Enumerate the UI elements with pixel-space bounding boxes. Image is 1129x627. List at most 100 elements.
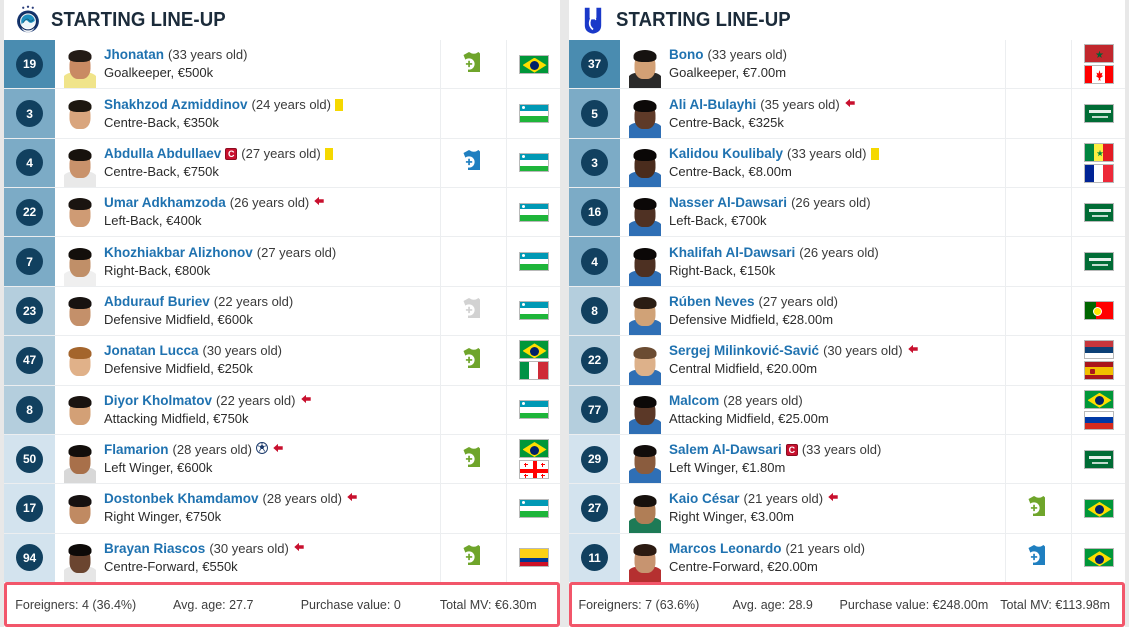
- nationality-flags-cell: [1071, 385, 1125, 434]
- player-text: Jhonatan (33 years old) Goalkeeper, €500k: [104, 47, 248, 81]
- player-position-value: Defensive Midfield, €600k: [104, 311, 253, 327]
- player-name-link[interactable]: Jonatan Lucca: [104, 343, 199, 359]
- table-row[interactable]: 19 Jhonatan (33 years old) Goalkeeper, €500…: [4, 40, 560, 90]
- player-name-link[interactable]: Diyor Kholmatov: [104, 393, 212, 409]
- player-name-link[interactable]: Khalifah Al-Dawsari: [669, 245, 795, 261]
- player-position-value: Right-Back, €150k: [669, 262, 776, 278]
- player-photo: [629, 538, 661, 582]
- player-text: Sergej Milinković-Savić (30 years old) Cen…: [669, 343, 919, 377]
- substitution-cell: [440, 336, 506, 385]
- shirt-number-badge: 47: [16, 346, 43, 374]
- table-row[interactable]: 94 Brayan Riascos (30 years old) Centre-For…: [4, 533, 560, 582]
- player-position-value: Right Winger, €750k: [104, 509, 222, 525]
- table-row[interactable]: 4 Khalifah Al-Dawsari (26 years old) Right-…: [569, 237, 1125, 287]
- player-position-value: Centre-Back, €750k: [104, 163, 219, 179]
- player-name-link[interactable]: Brayan Riascos: [104, 541, 205, 557]
- substitution-shirt-icon[interactable]: [461, 347, 487, 374]
- shirt-number-badge: 29: [581, 445, 608, 473]
- player-name-link[interactable]: Abdulla Abdullaev: [104, 146, 221, 162]
- player-number-cell: 7: [4, 237, 55, 286]
- player-name-line: Kalidou Koulibaly (33 years old): [669, 146, 879, 162]
- table-row[interactable]: 22 Sergej Milinković-Savić (30 years old) C…: [569, 336, 1125, 386]
- nationality-flags-cell: [506, 484, 560, 533]
- player-name-link[interactable]: Jhonatan: [104, 47, 164, 63]
- table-row[interactable]: 5 Ali Al-Bulayhi (35 years old) Centre-Back…: [569, 89, 1125, 139]
- player-text: Flamarion (28 years old) Left Winger, €600…: [104, 442, 284, 476]
- player-rows-left: 19 Jhonatan (33 years old) Goalkeeper, €500…: [4, 40, 560, 582]
- player-photo: [629, 44, 661, 89]
- player-position-value: Left-Back, €700k: [669, 213, 767, 229]
- uzbekistan-flag: [518, 202, 549, 222]
- shirt-number-badge: 22: [16, 198, 43, 226]
- player-age: (28 years old): [723, 392, 803, 408]
- player-position-value: Defensive Midfield, €250k: [104, 361, 253, 377]
- substitution-cell: [1005, 138, 1071, 188]
- substitution-shirt-icon[interactable]: [1026, 544, 1052, 571]
- player-photo: [629, 390, 661, 434]
- player-name-link[interactable]: Flamarion: [104, 442, 169, 458]
- player-number-cell: 17: [4, 484, 55, 533]
- table-row[interactable]: 11 Marcos Leonardo (21 years old) Centre-Fo…: [569, 533, 1125, 582]
- summary-foreigners: Foreigners: 7 (63.6%): [578, 597, 700, 612]
- substitution-shirt-icon[interactable]: [461, 544, 487, 571]
- substitution-shirt-icon[interactable]: [461, 446, 487, 473]
- player-name-link[interactable]: Kalidou Koulibaly: [669, 146, 783, 162]
- shirt-number-badge: 27: [581, 494, 608, 522]
- player-position-value: Centre-Back, €325k: [669, 114, 784, 130]
- player-name-link[interactable]: Bono: [669, 47, 704, 63]
- table-row[interactable]: 3 Shakhzod Azmiddinov (24 years old) Centre…: [4, 89, 560, 139]
- substitution-arrow-icon: [907, 343, 919, 359]
- substitution-shirt-icon[interactable]: [461, 149, 487, 176]
- player-name-link[interactable]: Nasser Al-Dawsari: [669, 195, 787, 211]
- table-row[interactable]: 27 Kaio César (21 years old) Right Winger, …: [569, 484, 1125, 534]
- table-row[interactable]: 4 Abdulla Abdullaev C (27 years old) Centre-…: [4, 138, 560, 189]
- player-age: (27 years old): [256, 244, 337, 260]
- table-row[interactable]: 37 Bono (33 years old) Goalkeeper, €7.00m: [569, 40, 1125, 90]
- table-row[interactable]: 22 Umar Adkhamzoda (26 years old) Left-Back…: [4, 188, 560, 238]
- table-row[interactable]: 17 Dostonbek Khamdamov (28 years old) Right…: [4, 484, 560, 534]
- player-name-link[interactable]: Marcos Leonardo: [669, 541, 782, 557]
- table-row[interactable]: 47 Jonatan Lucca (30 years old) Defensive M…: [4, 336, 560, 386]
- substitution-shirt-icon[interactable]: [1026, 495, 1052, 522]
- nationality-flags-cell: [1071, 286, 1125, 336]
- table-row[interactable]: 8 Diyor Kholmatov (22 years old) Attacking …: [4, 385, 560, 435]
- table-row[interactable]: 3 Kalidou Koulibaly (33 years old) Centre-B…: [569, 138, 1125, 189]
- player-photo: [64, 390, 96, 434]
- substitution-shirt-icon[interactable]: [461, 51, 487, 78]
- table-row[interactable]: 77 Malcom (28 years old) Attacking Midfield…: [569, 385, 1125, 435]
- player-name-link[interactable]: Sergej Milinković-Savić: [669, 343, 819, 359]
- table-row[interactable]: 23 Abdurauf Buriev (22 years old) Defensive…: [4, 286, 560, 337]
- player-name-link[interactable]: Ali Al-Bulayhi: [669, 97, 756, 113]
- player-name-link[interactable]: Khozhiakbar Alizhonov: [104, 245, 253, 261]
- table-row[interactable]: 29 Salem Al-Dawsari C (33 years old) Left Wi…: [569, 434, 1125, 485]
- player-name-link[interactable]: Umar Adkhamzoda: [104, 195, 226, 211]
- player-text: Abdulla Abdullaev C (27 years old) Centre-B…: [104, 146, 333, 180]
- player-info-cell: Diyor Kholmatov (22 years old) Attacking M…: [55, 386, 440, 434]
- player-name-link[interactable]: Salem Al-Dawsari: [669, 442, 782, 458]
- player-name-link[interactable]: Kaio César: [669, 491, 740, 507]
- table-row[interactable]: 16 Nasser Al-Dawsari (26 years old) Left-Ba…: [569, 188, 1125, 238]
- player-name-link[interactable]: Malcom: [669, 393, 719, 409]
- substitution-cell: [1005, 434, 1071, 484]
- player-age: (21 years old): [743, 491, 824, 507]
- player-name-link[interactable]: Dostonbek Khamdamov: [104, 491, 259, 507]
- player-number-cell: 4: [4, 138, 55, 188]
- substitution-shirt-icon[interactable]: [461, 297, 487, 324]
- france-flag: [1083, 163, 1114, 183]
- player-name-link[interactable]: Shakhzod Azmiddinov: [104, 97, 248, 113]
- player-photo: [629, 439, 661, 484]
- player-number-cell: 11: [569, 533, 620, 582]
- player-info-cell: Sergej Milinković-Savić (30 years old) Cen…: [620, 336, 1005, 385]
- substitution-cell: [440, 89, 506, 138]
- starting-lineup-title-right: STARTING LINE-UP: [616, 8, 791, 31]
- player-name-link[interactable]: Rúben Neves: [669, 294, 755, 310]
- player-info-cell: Umar Adkhamzoda (26 years old) Left-Back, …: [55, 188, 440, 237]
- player-name-link[interactable]: Abdurauf Buriev: [104, 294, 210, 310]
- player-info-cell: Dostonbek Khamdamov (28 years old) Right W…: [55, 484, 440, 533]
- canada-flag: [1083, 65, 1114, 85]
- table-row[interactable]: 50 Flamarion (28 years old) Left Winger, €6…: [4, 434, 560, 485]
- player-photo: [629, 143, 661, 188]
- table-row[interactable]: 7 Khozhiakbar Alizhonov (27 years old) Righ…: [4, 237, 560, 287]
- player-age: (24 years old): [251, 96, 331, 112]
- table-row[interactable]: 8 Rúben Neves (27 years old) Defensive Midf…: [569, 286, 1125, 337]
